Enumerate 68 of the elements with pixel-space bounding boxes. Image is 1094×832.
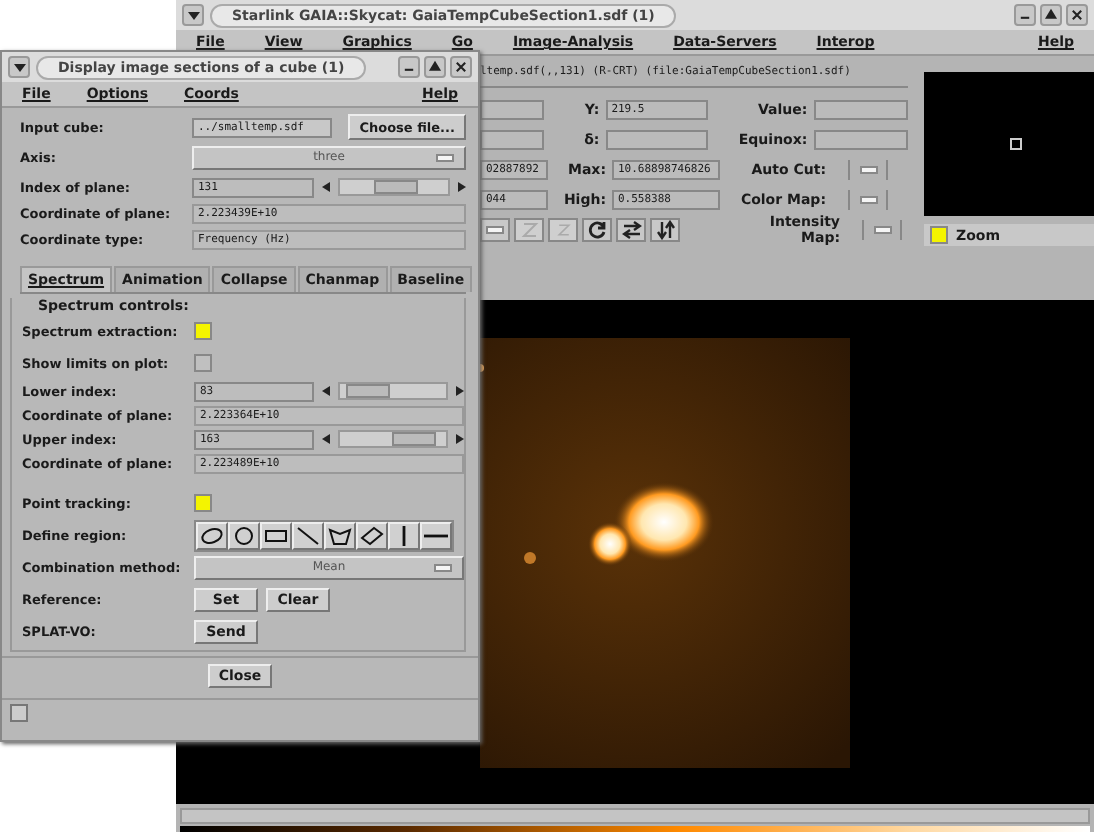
slider-track[interactable] xyxy=(337,382,448,400)
ellipse-icon xyxy=(200,525,224,545)
region-tool-button[interactable] xyxy=(196,521,228,549)
region-tool-button[interactable] xyxy=(356,521,388,549)
view-box-marker[interactable] xyxy=(1010,138,1022,150)
flip-x-button[interactable] xyxy=(616,218,646,242)
dropdown-button[interactable] xyxy=(848,160,888,180)
dropdown-button[interactable] xyxy=(848,190,888,210)
right-arrow-icon xyxy=(456,386,464,396)
circle-icon xyxy=(232,525,256,545)
value-field xyxy=(605,130,708,150)
horizontal-arrows-icon xyxy=(621,220,641,240)
region-tool-button[interactable] xyxy=(260,521,292,549)
flip-y-button[interactable] xyxy=(650,218,680,242)
left-arrow-button[interactable] xyxy=(321,434,329,444)
left-arrow-icon xyxy=(321,434,329,444)
close-button[interactable] xyxy=(450,56,472,78)
slider-thumb[interactable] xyxy=(374,180,419,194)
vertical-arrows-icon xyxy=(655,220,675,240)
polygon-icon xyxy=(328,525,352,545)
close-icon xyxy=(1070,8,1084,22)
rotate-button[interactable] xyxy=(582,218,612,242)
maximize-icon xyxy=(1044,8,1058,22)
zoom-in-icon xyxy=(519,220,539,240)
dropdown-button[interactable] xyxy=(480,218,510,242)
right-arrow-icon xyxy=(456,434,464,444)
maximize-button[interactable] xyxy=(424,56,446,78)
right-arrow-icon xyxy=(458,182,466,192)
window-menu-button[interactable] xyxy=(182,4,204,26)
left-arrow-button[interactable] xyxy=(321,182,329,192)
checkbox[interactable] xyxy=(194,354,212,372)
zoom-checkbox[interactable] xyxy=(930,226,948,244)
left-arrow-icon xyxy=(321,182,329,192)
slider-thumb[interactable] xyxy=(392,432,437,446)
caret-icon xyxy=(187,11,199,19)
region-tool-button[interactable] xyxy=(292,521,324,549)
right-arrow-button[interactable] xyxy=(456,434,464,444)
rotated-box-icon xyxy=(360,525,384,545)
maximize-button[interactable] xyxy=(1040,4,1062,26)
value-field xyxy=(813,130,908,150)
left-arrow-icon xyxy=(321,386,329,396)
region-tool-button[interactable] xyxy=(388,521,420,549)
region-tool-button[interactable] xyxy=(420,521,452,549)
checkbox[interactable] xyxy=(194,494,212,512)
right-arrow-button[interactable] xyxy=(456,386,464,396)
minimize-button[interactable] xyxy=(398,56,420,78)
zoom-out-icon xyxy=(555,222,571,238)
slider-track[interactable] xyxy=(337,178,450,196)
caret-icon xyxy=(13,63,25,71)
window-menu-button[interactable] xyxy=(8,56,30,78)
slider-thumb[interactable] xyxy=(345,384,390,398)
status-toggle-button[interactable] xyxy=(10,704,28,722)
right-arrow-button[interactable] xyxy=(458,182,466,192)
dropdown-button[interactable] xyxy=(862,220,902,240)
minimize-button[interactable] xyxy=(1014,4,1036,26)
region-tool-button[interactable] xyxy=(228,521,260,549)
left-arrow-button[interactable] xyxy=(321,386,329,396)
close-icon xyxy=(454,60,468,74)
line-icon xyxy=(296,525,320,545)
checkbox[interactable] xyxy=(194,322,212,340)
region-tool-button[interactable] xyxy=(324,521,356,549)
maximize-icon xyxy=(428,60,442,74)
value-field xyxy=(813,100,908,120)
slider-track[interactable] xyxy=(337,430,448,448)
close-button[interactable] xyxy=(1066,4,1088,26)
horizontal-scrollbar[interactable] xyxy=(180,808,1090,824)
rectangle-icon xyxy=(264,525,288,545)
rotate-icon xyxy=(587,220,607,240)
